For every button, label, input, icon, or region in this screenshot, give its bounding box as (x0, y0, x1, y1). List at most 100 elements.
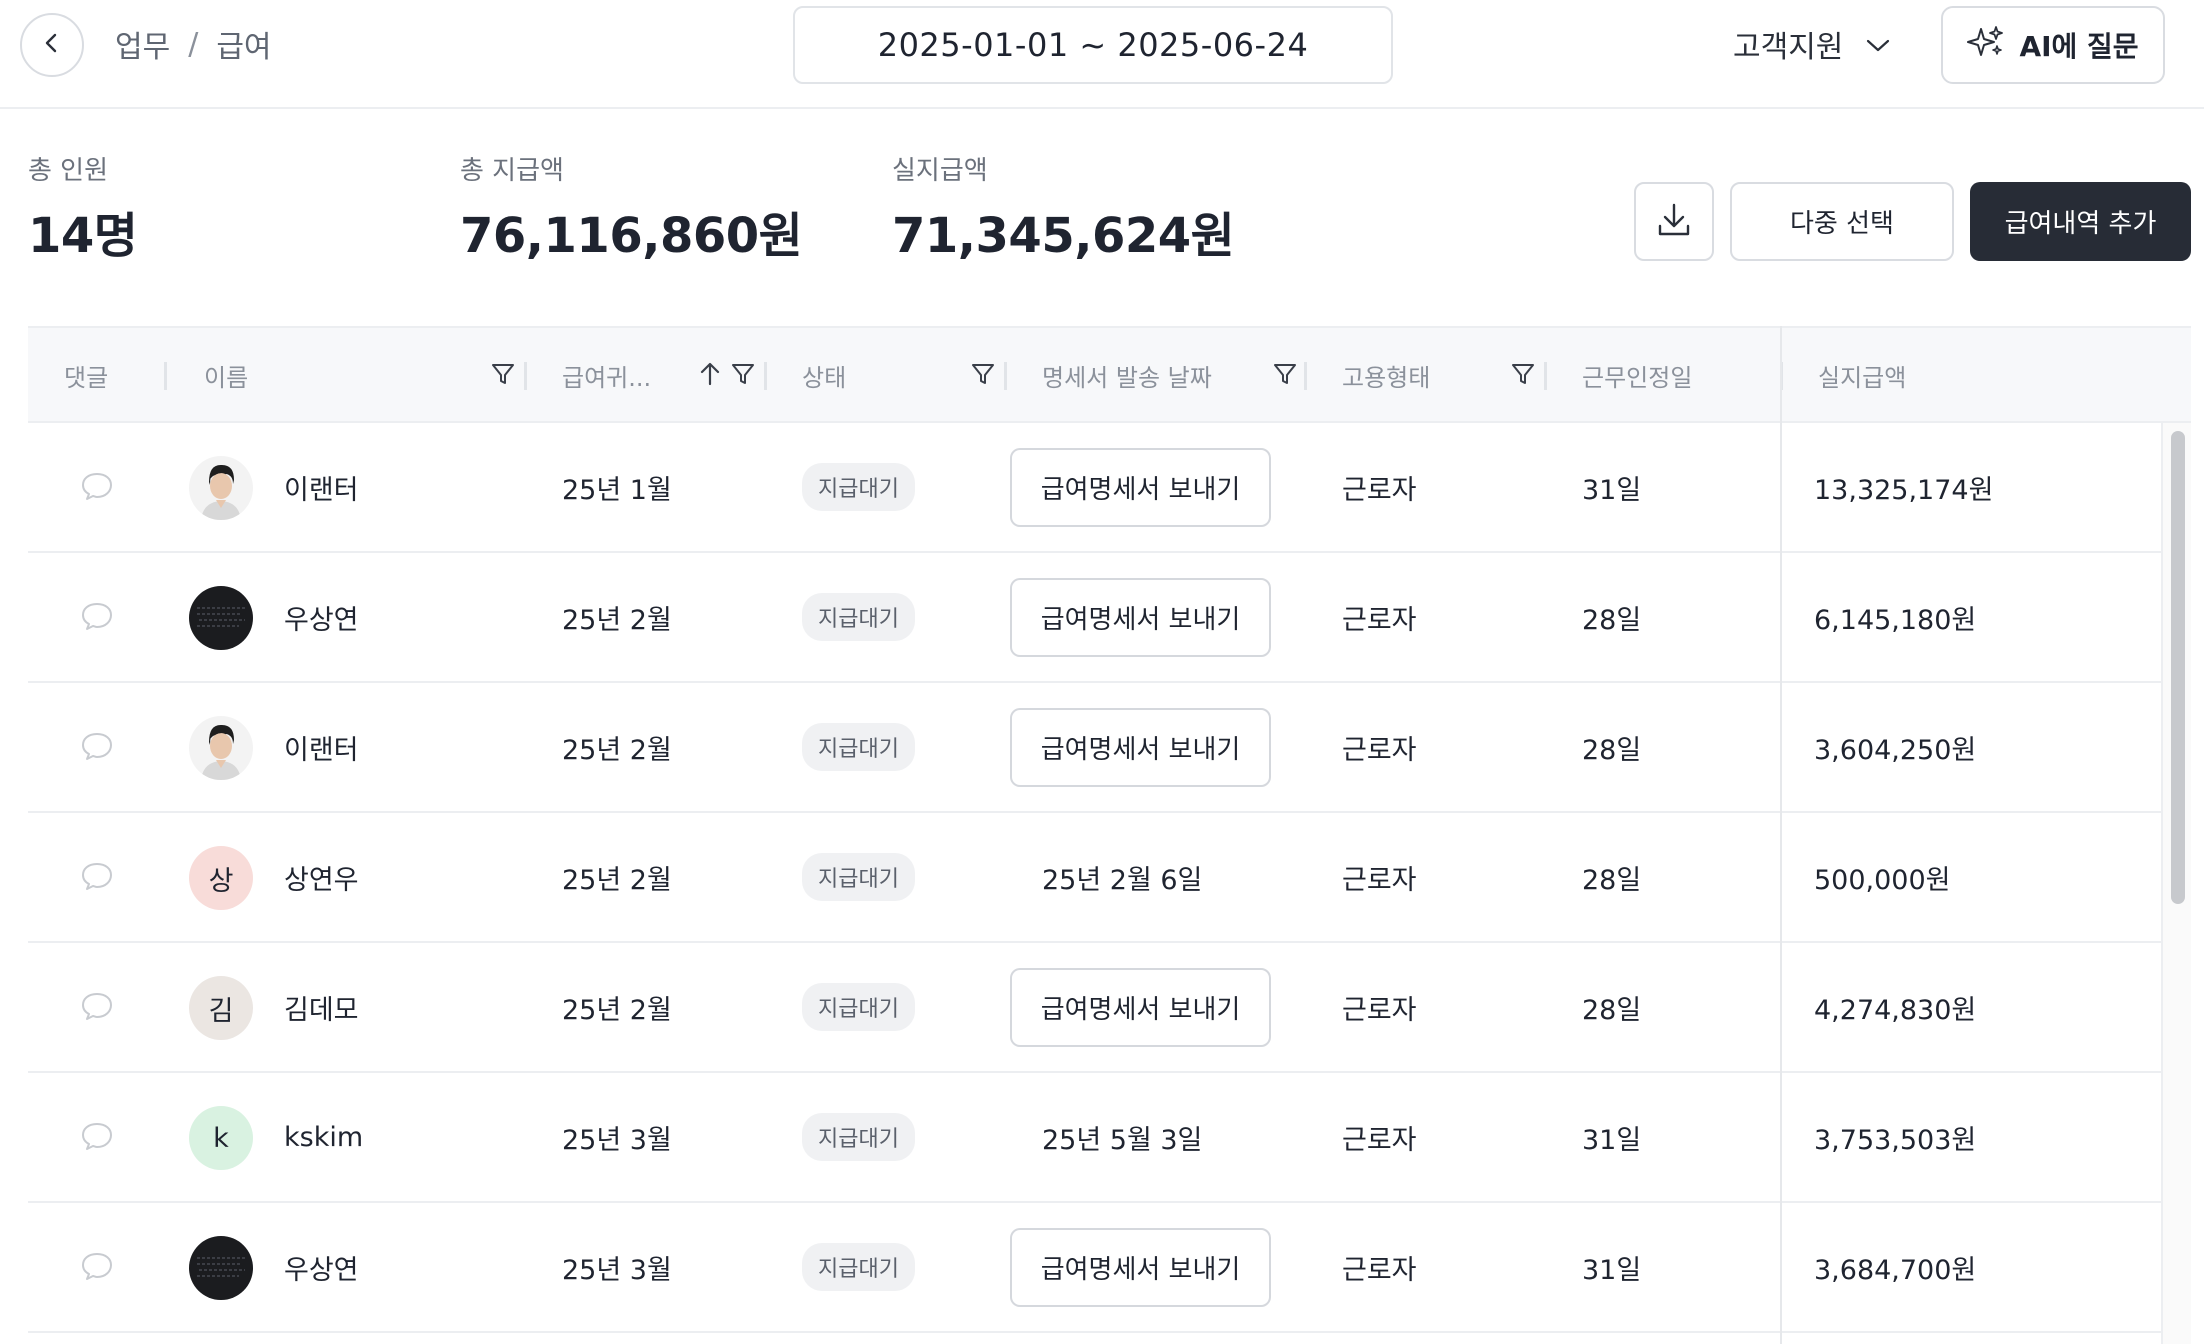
column-divider (1004, 362, 1007, 390)
employment-type: 근로자 (1342, 1254, 1417, 1286)
filter-icon[interactable] (490, 361, 516, 393)
table-row[interactable]: 이랜터 25년 1월 지급대기 급여명세서 보내기 근로자 31일 13,325,174원 (28, 423, 2161, 553)
support-dropdown[interactable]: 고객지원 (1733, 20, 1891, 68)
top-bar: 업무 / 급여 2025-01-01 ~ 2025-06-24 고객지원 AI에… (0, 0, 2204, 109)
stat-total-pay-value: 76,116,860원 (460, 208, 803, 264)
stat-total-pay: 총 지급액 76,116,860원 (460, 150, 803, 266)
table-row[interactable]: 우상연 25년 2월 지급대기 급여명세서 보내기 근로자 28일 6,145,180원 (28, 553, 2161, 683)
download-icon (1654, 200, 1694, 244)
table-header: 댓글 이름 급여귀... 상태 명세서 발송 날짜 고용형태 근무인정일 실지급… (28, 326, 2191, 423)
column-header-label: 상태 (802, 364, 847, 392)
scrollbar[interactable] (2161, 423, 2191, 1344)
filter-icon[interactable] (730, 361, 756, 393)
employee-name[interactable]: 김데모 (284, 943, 359, 1071)
column-header-name[interactable]: 이름 (164, 328, 554, 423)
column-header-label: 명세서 발송 날짜 (1042, 364, 1212, 392)
employee-name[interactable]: 이랜터 (284, 683, 359, 811)
column-header-label: 고용형태 (1342, 364, 1431, 392)
pay-period: 25년 2월 (562, 994, 672, 1026)
employee-name[interactable]: 이랜터 (284, 423, 359, 551)
send-payslip-button[interactable]: 급여명세서 보내기 (1010, 578, 1271, 657)
column-header-pay-period[interactable]: 급여귀... (524, 328, 764, 423)
breadcrumb-item-work[interactable]: 업무 (115, 22, 170, 66)
back-button[interactable] (20, 13, 84, 77)
column-header-net-pay[interactable]: 실지급액 (1780, 328, 2160, 423)
column-separator (1780, 326, 1782, 1344)
download-button[interactable] (1634, 182, 1714, 261)
avatar (189, 586, 253, 650)
filter-icon[interactable] (1510, 361, 1536, 393)
add-payroll-button[interactable]: 급여내역 추가 (1970, 182, 2191, 261)
breadcrumb-item-payroll[interactable]: 급여 (216, 22, 271, 66)
ask-ai-label: AI에 질문 (2019, 30, 2139, 63)
work-days: 31일 (1582, 1124, 1642, 1156)
chevron-down-icon (1865, 27, 1891, 62)
column-divider (524, 362, 527, 390)
table-row[interactable]: 상 상연우 25년 2월 지급대기 25년 2월 6일 근로자 28일 500,000원 (28, 813, 2161, 943)
column-header-label: 이름 (204, 364, 249, 392)
comment-icon[interactable] (80, 471, 114, 505)
employee-name[interactable]: kskim (284, 1073, 363, 1201)
table-row[interactable]: 이랜터 25년 2월 지급대기 급여명세서 보내기 근로자 28일 3,604,250원 (28, 683, 2161, 813)
sort-ascending-icon[interactable] (698, 361, 722, 393)
employment-type: 근로자 (1342, 994, 1417, 1026)
send-payslip-button[interactable]: 급여명세서 보내기 (1010, 448, 1271, 527)
scrollbar-thumb[interactable] (2171, 431, 2185, 904)
send-payslip-button[interactable]: 급여명세서 보내기 (1010, 708, 1271, 787)
date-range-picker[interactable]: 2025-01-01 ~ 2025-06-24 (793, 6, 1393, 84)
column-header-work-days[interactable]: 근무인정일 (1544, 328, 1780, 423)
net-pay: 3,604,250원 (1814, 734, 1977, 766)
comment-icon[interactable] (80, 1121, 114, 1155)
column-header-employment-type[interactable]: 고용형태 (1304, 328, 1544, 423)
comment-icon[interactable] (80, 731, 114, 765)
avatar-initial: 김 (208, 995, 234, 1027)
status-badge: 지급대기 (802, 463, 915, 511)
pay-period: 25년 2월 (562, 734, 672, 766)
table-row[interactable]: 김 김데모 25년 2월 지급대기 급여명세서 보내기 근로자 28일 4,274,830원 (28, 943, 2161, 1073)
employee-name[interactable]: 상연우 (284, 813, 359, 941)
avatar (189, 1236, 253, 1300)
sent-date: 25년 2월 6일 (1042, 864, 1203, 896)
pay-period: 25년 3월 (562, 1124, 672, 1156)
work-days: 28일 (1582, 734, 1642, 766)
column-divider (164, 362, 167, 390)
send-payslip-button[interactable]: 급여명세서 보내기 (1010, 968, 1271, 1047)
pay-period: 25년 2월 (562, 604, 672, 636)
column-divider (1544, 362, 1547, 390)
employee-name[interactable]: 우상연 (284, 1203, 359, 1331)
employee-name[interactable]: 우상연 (284, 553, 359, 681)
column-divider (1304, 362, 1307, 390)
avatar (189, 716, 253, 780)
comment-icon[interactable] (80, 991, 114, 1025)
payroll-table: 댓글 이름 급여귀... 상태 명세서 발송 날짜 고용형태 근무인정일 실지급… (28, 326, 2191, 1344)
avatar: k (189, 1106, 253, 1170)
net-pay: 3,753,503원 (1814, 1124, 1977, 1156)
status-badge: 지급대기 (802, 723, 915, 771)
employment-type: 근로자 (1342, 1124, 1417, 1156)
sent-date: 25년 5월 3일 (1042, 1124, 1203, 1156)
filter-icon[interactable] (970, 361, 996, 393)
comment-icon[interactable] (80, 601, 114, 635)
employment-type: 근로자 (1342, 474, 1417, 506)
comment-icon[interactable] (80, 1251, 114, 1285)
support-label: 고객지원 (1733, 30, 1844, 65)
pay-period: 25년 3월 (562, 1254, 672, 1286)
column-header-comment[interactable]: 댓글 (64, 328, 108, 423)
table-row[interactable]: 우상연 25년 3월 지급대기 급여명세서 보내기 근로자 31일 3,684,700원 (28, 1203, 2161, 1333)
comment-icon[interactable] (80, 861, 114, 895)
send-payslip-button[interactable]: 급여명세서 보내기 (1010, 1228, 1271, 1307)
status-badge: 지급대기 (802, 1113, 915, 1161)
column-header-status[interactable]: 상태 (764, 328, 1004, 423)
table-row[interactable]: k kskim 25년 3월 지급대기 25년 5월 3일 근로자 31일 3,753,503… (28, 1073, 2161, 1203)
breadcrumb: 업무 / 급여 (115, 22, 272, 66)
multi-select-button[interactable]: 다중 선택 (1730, 182, 1954, 261)
avatar-initial: k (213, 1122, 229, 1154)
stat-net-pay: 실지급액 71,345,624원 (892, 150, 1235, 266)
column-header-label: 근무인정일 (1582, 364, 1693, 392)
column-header-label: 실지급액 (1818, 364, 1907, 392)
net-pay: 500,000원 (1814, 864, 1951, 896)
ask-ai-button[interactable]: AI에 질문 (1941, 6, 2165, 84)
filter-icon[interactable] (1272, 361, 1298, 393)
column-header-sent-date[interactable]: 명세서 발송 날짜 (1004, 328, 1304, 423)
work-days: 31일 (1582, 1254, 1642, 1286)
